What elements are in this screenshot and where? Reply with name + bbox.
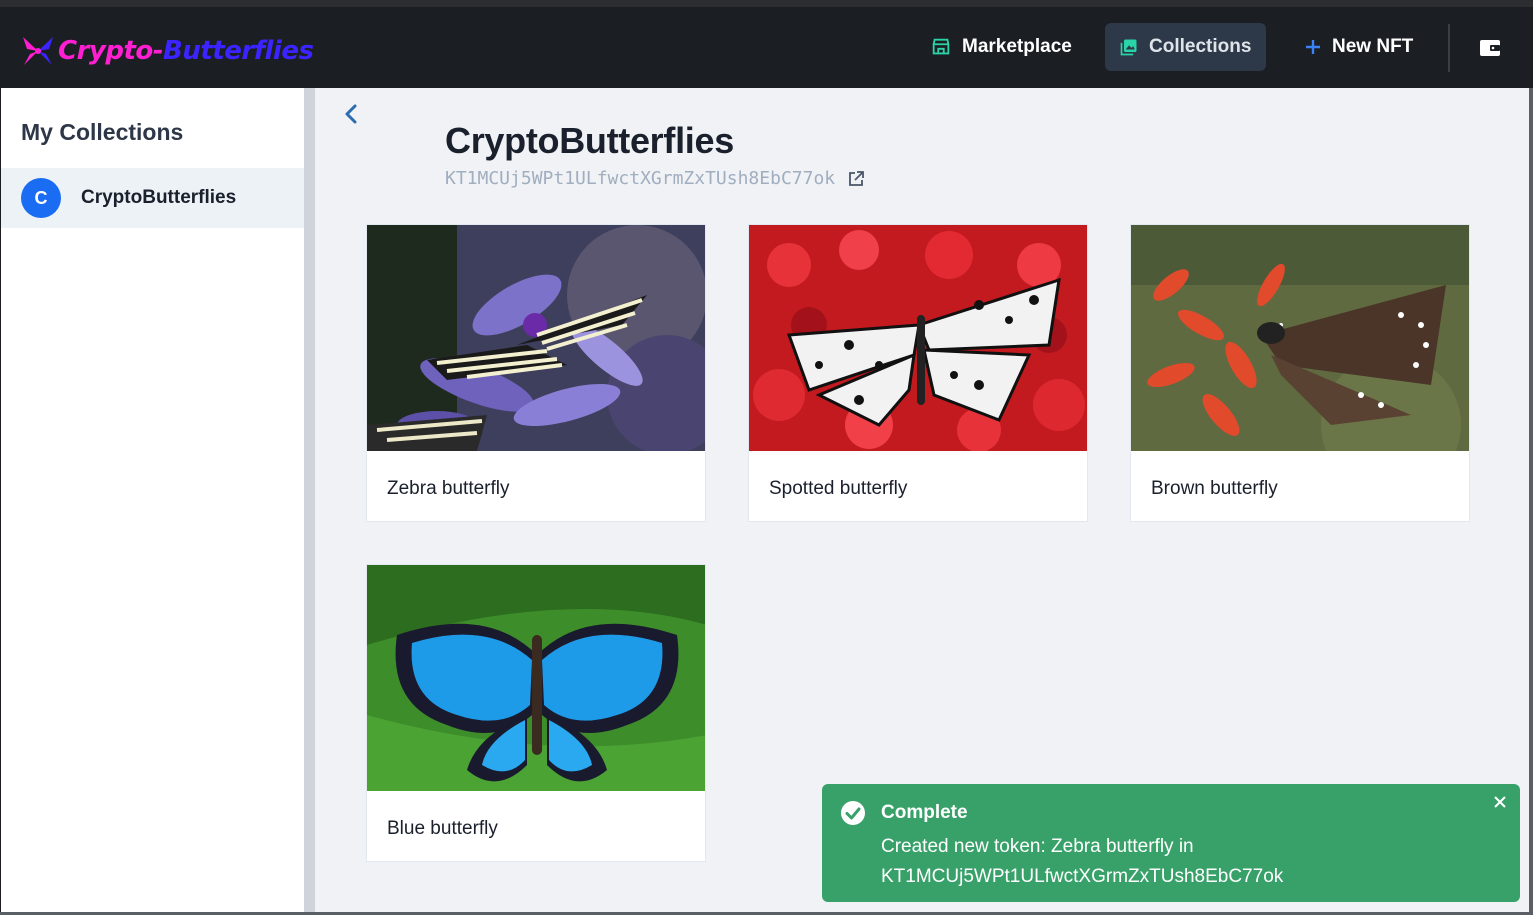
nav-separator	[1448, 24, 1450, 72]
sidebar-item-label: CryptoButterflies	[81, 187, 237, 208]
contract-address-text: KT1MCUj5WPt1ULfwctXGrmZxTUsh8EbC77ok	[445, 168, 836, 189]
sidebar: My Collections C CryptoButterflies	[1, 88, 304, 912]
nav-marketplace[interactable]: Marketplace	[926, 23, 1076, 71]
wallet-button[interactable]	[1477, 35, 1503, 61]
token-name: Brown butterfly	[1151, 478, 1278, 499]
store-icon	[930, 36, 952, 58]
brand-name: Crypto-Butterflies	[58, 36, 314, 66]
nav-collections-label: Collections	[1149, 36, 1252, 57]
token-card[interactable]: Zebra butterfly	[366, 224, 706, 522]
brand-logo[interactable]: Crypto-Butterflies	[20, 33, 314, 69]
sidebar-item-cryptobutterflies[interactable]: C CryptoButterflies	[1, 168, 304, 228]
token-card[interactable]: Brown butterfly	[1130, 224, 1470, 522]
avatar: C	[21, 178, 61, 218]
main-content: CryptoButterflies KT1MCUj5WPt1ULfwctXGrm…	[315, 88, 1529, 912]
token-image	[367, 565, 705, 791]
window-top-strip	[0, 0, 1533, 7]
close-icon[interactable]	[1492, 794, 1508, 810]
sidebar-title: My Collections	[21, 119, 184, 145]
token-card[interactable]: Spotted butterfly	[748, 224, 1088, 522]
toast-title: Complete	[881, 802, 968, 823]
page-title: CryptoButterflies	[445, 120, 734, 161]
brand-name-part2: Butterflies	[163, 36, 314, 66]
check-circle-icon	[841, 801, 865, 825]
contract-address: KT1MCUj5WPt1ULfwctXGrmZxTUsh8EbC77ok	[445, 168, 865, 189]
nav-marketplace-label: Marketplace	[962, 36, 1072, 57]
token-image	[749, 225, 1087, 451]
success-toast: Complete Created new token: Zebra butter…	[822, 784, 1520, 902]
plus-icon	[1304, 38, 1322, 56]
token-image	[1131, 225, 1469, 451]
wallet-icon	[1480, 40, 1500, 56]
nav-new-nft[interactable]: New NFT	[1300, 23, 1417, 71]
token-name: Blue butterfly	[387, 818, 498, 839]
token-name: Zebra butterfly	[387, 478, 510, 499]
brand-name-part1: Crypto-	[58, 36, 164, 66]
token-card[interactable]: Blue butterfly	[366, 564, 706, 862]
nav-collections[interactable]: Collections	[1105, 23, 1266, 71]
gallery-icon	[1119, 37, 1139, 57]
butterfly-logo-icon	[23, 37, 53, 65]
window-right-edge	[1529, 88, 1533, 912]
external-link-icon[interactable]	[847, 170, 865, 188]
nav-new-nft-label: New NFT	[1332, 36, 1414, 57]
toast-message: Created new token: Zebra butterfly in KT…	[881, 836, 1284, 887]
back-chevron-icon[interactable]	[341, 102, 361, 126]
token-name: Spotted butterfly	[769, 478, 908, 499]
top-navbar: Crypto-Butterflies Marketplace Collectio…	[0, 7, 1531, 88]
sidebar-divider[interactable]	[304, 88, 315, 912]
token-image	[367, 225, 705, 451]
